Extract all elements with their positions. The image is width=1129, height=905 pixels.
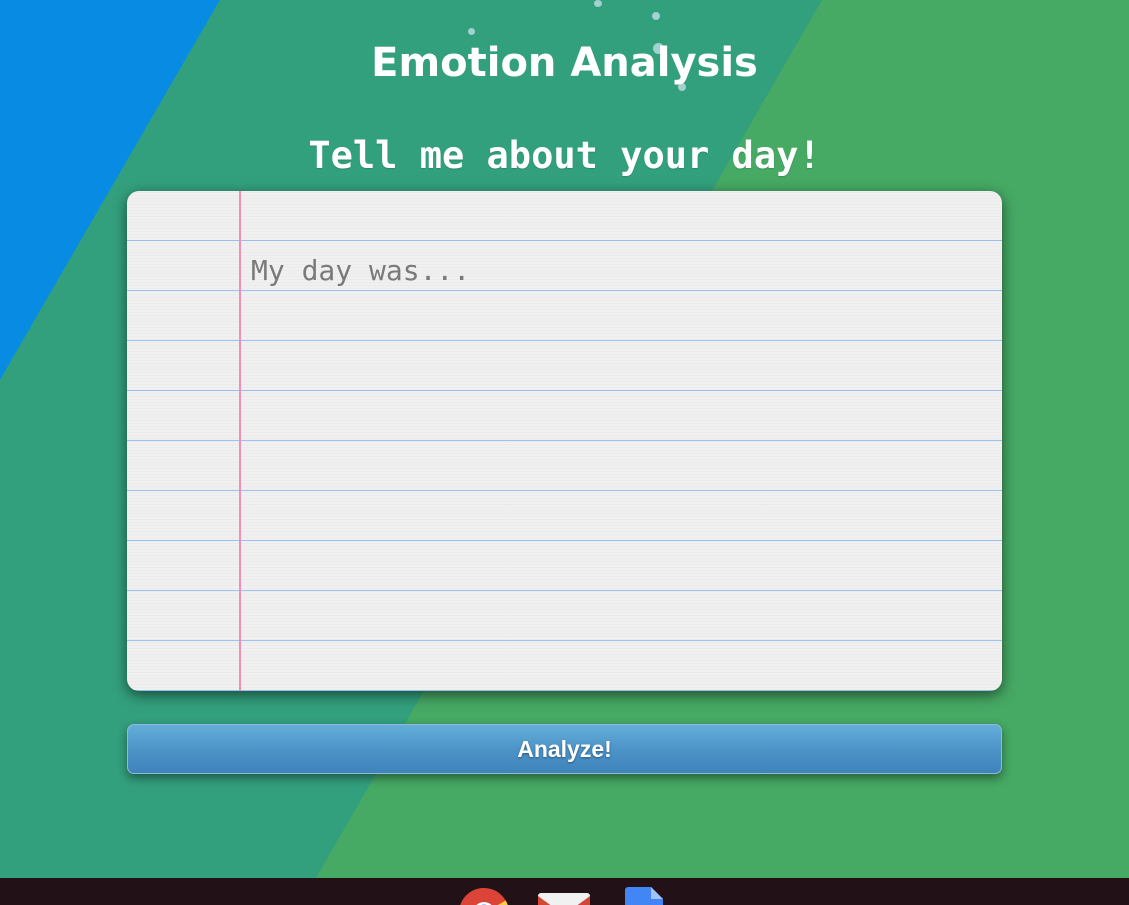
day-prompt-heading: Tell me about your day! bbox=[308, 134, 821, 177]
day-journal-input[interactable] bbox=[251, 241, 991, 686]
wallpaper-dot bbox=[652, 12, 660, 20]
os-shelf bbox=[0, 878, 1129, 905]
analyze-button[interactable]: Analyze! bbox=[127, 724, 1002, 774]
notebook-paper bbox=[127, 191, 1002, 691]
wallpaper-dot bbox=[594, 0, 602, 7]
chrome-icon[interactable] bbox=[458, 887, 510, 905]
gmail-icon[interactable] bbox=[538, 893, 590, 905]
notebook-margin-line bbox=[239, 191, 241, 691]
page-title: Emotion Analysis bbox=[371, 40, 758, 86]
desktop-wallpaper: Emotion Analysis Tell me about your day!… bbox=[0, 0, 1129, 905]
docs-icon[interactable] bbox=[625, 887, 663, 905]
wallpaper-dot bbox=[468, 28, 475, 35]
